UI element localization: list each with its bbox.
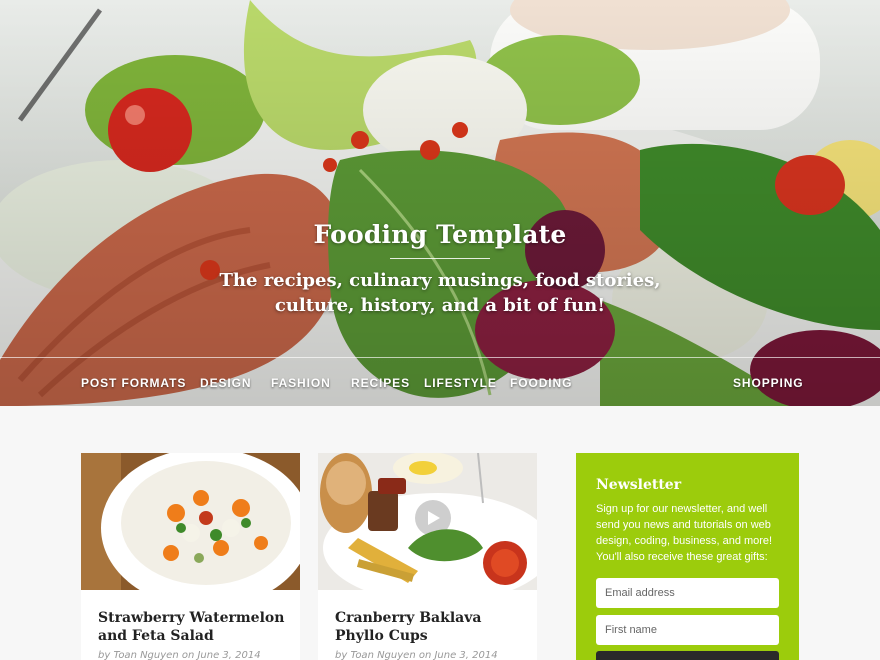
post-card: Cranberry Baklava Phyllo Cups by Toan Ng… [318,453,537,660]
tagline-line-1: The recipes, culinary musings, food stor… [219,270,661,291]
hero-overlay [0,0,880,406]
newsletter-description: Sign up for our newsletter, and well sen… [596,503,773,563]
nav-item-fooding[interactable]: FOODING [510,376,572,390]
main-navigation: POST FORMATS DESIGN FASHION RECIPES LIFE… [0,358,880,406]
post-thumbnail[interactable] [318,453,537,590]
nav-item-design[interactable]: DESIGN [200,376,251,390]
post-card: Strawberry Watermelon and Feta Salad by … [81,453,300,660]
post-meta: by Toan Nguyen on June 3, 2014 [98,650,261,660]
post-thumbnail[interactable] [81,453,300,590]
newsletter-widget: Newsletter Sign up for our newsletter, a… [576,453,799,660]
nav-item-fashion[interactable]: FASHION [271,376,331,390]
site-title[interactable]: Fooding Template [0,220,880,249]
subscribe-button[interactable] [596,651,779,660]
first-name-field[interactable] [596,615,779,645]
nav-item-lifestyle[interactable]: LIFESTYLE [424,376,497,390]
post-meta: by Toan Nguyen on June 3, 2014 [335,650,498,660]
nav-item-post-formats[interactable]: POST FORMATS [81,376,186,390]
post-title[interactable]: Strawberry Watermelon and Feta Salad [98,609,288,645]
nav-item-recipes[interactable]: RECIPES [351,376,410,390]
hero-banner: Fooding Template The recipes, culinary m… [0,0,880,406]
email-field[interactable] [596,578,779,608]
tagline-line-2: culture, history, and a bit of fun! [274,295,606,316]
newsletter-heading: Newsletter [596,477,682,493]
title-divider [390,258,490,259]
nav-item-shopping[interactable]: SHOPPING [733,376,804,390]
site-tagline: The recipes, culinary musings, food stor… [0,268,880,318]
post-title[interactable]: Cranberry Baklava Phyllo Cups [335,609,525,645]
